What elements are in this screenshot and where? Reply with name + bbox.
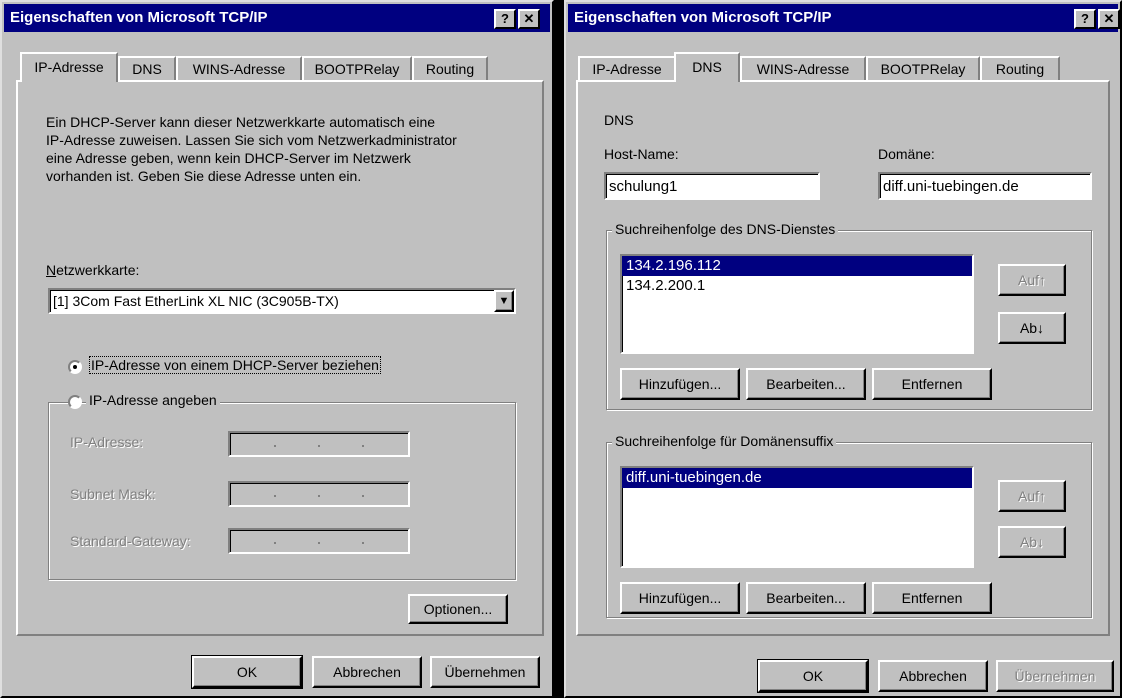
gateway-input[interactable]	[228, 528, 410, 554]
dns-down-button[interactable]: Ab↓	[998, 312, 1066, 344]
tab-routing[interactable]: Routing	[980, 56, 1060, 82]
suffix-search-order-label: Suchreihenfolge für Domänensuffix	[612, 433, 837, 449]
list-item[interactable]: diff.uni-tuebingen.de	[622, 468, 972, 488]
options-button[interactable]: Optionen...	[408, 594, 508, 624]
dhcp-description-line1: Ein DHCP-Server kann dieser Netzwerkkart…	[46, 114, 436, 130]
dns-server-list[interactable]: 134.2.196.112 134.2.200.1	[620, 254, 974, 354]
ip-dot	[362, 495, 364, 497]
dns-search-order-label: Suchreihenfolge des DNS-Dienstes	[612, 221, 839, 237]
adapter-label-accel: N	[46, 262, 57, 278]
help-icon[interactable]: ?	[494, 9, 516, 29]
right-tab-panel: DNS Host-Name: schulung1 Domäne: diff.un…	[576, 80, 1110, 636]
close-icon[interactable]: ✕	[518, 9, 540, 29]
tab-routing[interactable]: Routing	[412, 56, 488, 82]
dns-edit-button[interactable]: Bearbeiten...	[746, 368, 866, 400]
adapter-select[interactable]: [1] 3Com Fast EtherLink XL NIC (3C905B-T…	[48, 288, 516, 314]
chevron-down-icon[interactable]: ▼	[494, 290, 514, 312]
radio-dhcp[interactable]	[68, 360, 82, 374]
domain-value: diff.uni-tuebingen.de	[883, 178, 1019, 195]
tab-bootprelay[interactable]: BOOTPRelay	[866, 56, 980, 82]
tab-ip-adresse[interactable]: IP-Adresse	[578, 56, 676, 82]
right-dialog-window: Eigenschaften von Microsoft TCP/IP ? ✕ I…	[564, 0, 1122, 698]
dhcp-description-line2: IP-Adresse zuweisen. Lassen Sie sich vom…	[46, 132, 457, 148]
ip-dot	[274, 542, 276, 544]
adapter-label-rest: etzwerkkarte:	[56, 262, 140, 278]
suffix-remove-button[interactable]: Entfernen	[872, 582, 992, 614]
apply-button[interactable]: Übernehmen	[996, 660, 1114, 692]
ip-dot	[318, 445, 320, 447]
radio-manual-label[interactable]: IP-Adresse angeben	[86, 392, 220, 408]
host-name-label: Host-Name:	[604, 146, 679, 162]
suffix-edit-button[interactable]: Bearbeiten...	[746, 582, 866, 614]
ip-dot	[318, 495, 320, 497]
suffix-down-button[interactable]: Ab↓	[998, 526, 1066, 558]
ok-button[interactable]: OK	[191, 655, 303, 689]
left-tab-panel: Ein DHCP-Server kann dieser Netzwerkkart…	[16, 80, 544, 636]
left-dialog-title: Eigenschaften von Microsoft TCP/IP	[10, 9, 268, 26]
left-dialog-window: Eigenschaften von Microsoft TCP/IP ? ✕ I…	[0, 0, 554, 698]
adapter-label: Netzwerkkarte:	[46, 262, 139, 278]
list-item[interactable]: 134.2.196.112	[622, 256, 972, 276]
tab-dns[interactable]: DNS	[674, 52, 740, 82]
domain-label: Domäne:	[878, 146, 935, 162]
ip-dot	[362, 445, 364, 447]
host-name-input[interactable]: schulung1	[604, 172, 820, 200]
ip-dot	[274, 445, 276, 447]
dhcp-description-line3: eine Adresse geben, wenn kein DHCP-Serve…	[46, 150, 411, 166]
radio-dhcp-dot	[73, 365, 77, 369]
dhcp-description-line4: vorhanden ist. Geben Sie diese Adresse u…	[46, 168, 362, 184]
ip-dot	[362, 542, 364, 544]
radio-dhcp-label[interactable]: IP-Adresse von einem DHCP-Server beziehe…	[89, 356, 381, 374]
dns-add-button[interactable]: Hinzufügen...	[620, 368, 740, 400]
subnet-mask-label: Subnet Mask:	[70, 486, 156, 502]
cancel-button[interactable]: Abbrechen	[312, 656, 422, 688]
left-title-bar[interactable]: Eigenschaften von Microsoft TCP/IP ? ✕	[4, 4, 550, 32]
ip-dot	[318, 542, 320, 544]
ip-address-input[interactable]	[228, 431, 410, 457]
tab-dns[interactable]: DNS	[118, 56, 176, 82]
help-icon[interactable]: ?	[1074, 9, 1096, 29]
adapter-select-value: [1] 3Com Fast EtherLink XL NIC (3C905B-T…	[53, 293, 339, 309]
tab-bootprelay[interactable]: BOOTPRelay	[302, 56, 412, 82]
right-title-bar[interactable]: Eigenschaften von Microsoft TCP/IP ? ✕	[568, 4, 1120, 32]
dns-remove-button[interactable]: Entfernen	[872, 368, 992, 400]
list-item[interactable]: 134.2.200.1	[622, 276, 972, 296]
close-icon[interactable]: ✕	[1098, 9, 1120, 29]
ok-button[interactable]: OK	[757, 659, 869, 693]
domain-input[interactable]: diff.uni-tuebingen.de	[878, 172, 1092, 200]
ip-dot	[274, 495, 276, 497]
radio-manual[interactable]	[68, 395, 82, 409]
tab-wins-adresse[interactable]: WINS-Adresse	[740, 56, 866, 82]
suffix-add-button[interactable]: Hinzufügen...	[620, 582, 740, 614]
cancel-button[interactable]: Abbrechen	[878, 660, 988, 692]
tab-ip-adresse[interactable]: IP-Adresse	[20, 52, 118, 82]
apply-button[interactable]: Übernehmen	[430, 656, 540, 688]
gateway-label: Standard-Gateway:	[70, 533, 191, 549]
dns-heading: DNS	[604, 112, 634, 128]
right-dialog-title: Eigenschaften von Microsoft TCP/IP	[574, 9, 832, 26]
tab-wins-adresse[interactable]: WINS-Adresse	[176, 56, 302, 82]
ip-address-label: IP-Adresse:	[70, 434, 144, 450]
dns-up-button[interactable]: Auf↑	[998, 264, 1066, 296]
suffix-up-button[interactable]: Auf↑	[998, 480, 1066, 512]
subnet-mask-input[interactable]	[228, 481, 410, 507]
suffix-list[interactable]: diff.uni-tuebingen.de	[620, 466, 974, 568]
host-name-value: schulung1	[609, 178, 678, 195]
